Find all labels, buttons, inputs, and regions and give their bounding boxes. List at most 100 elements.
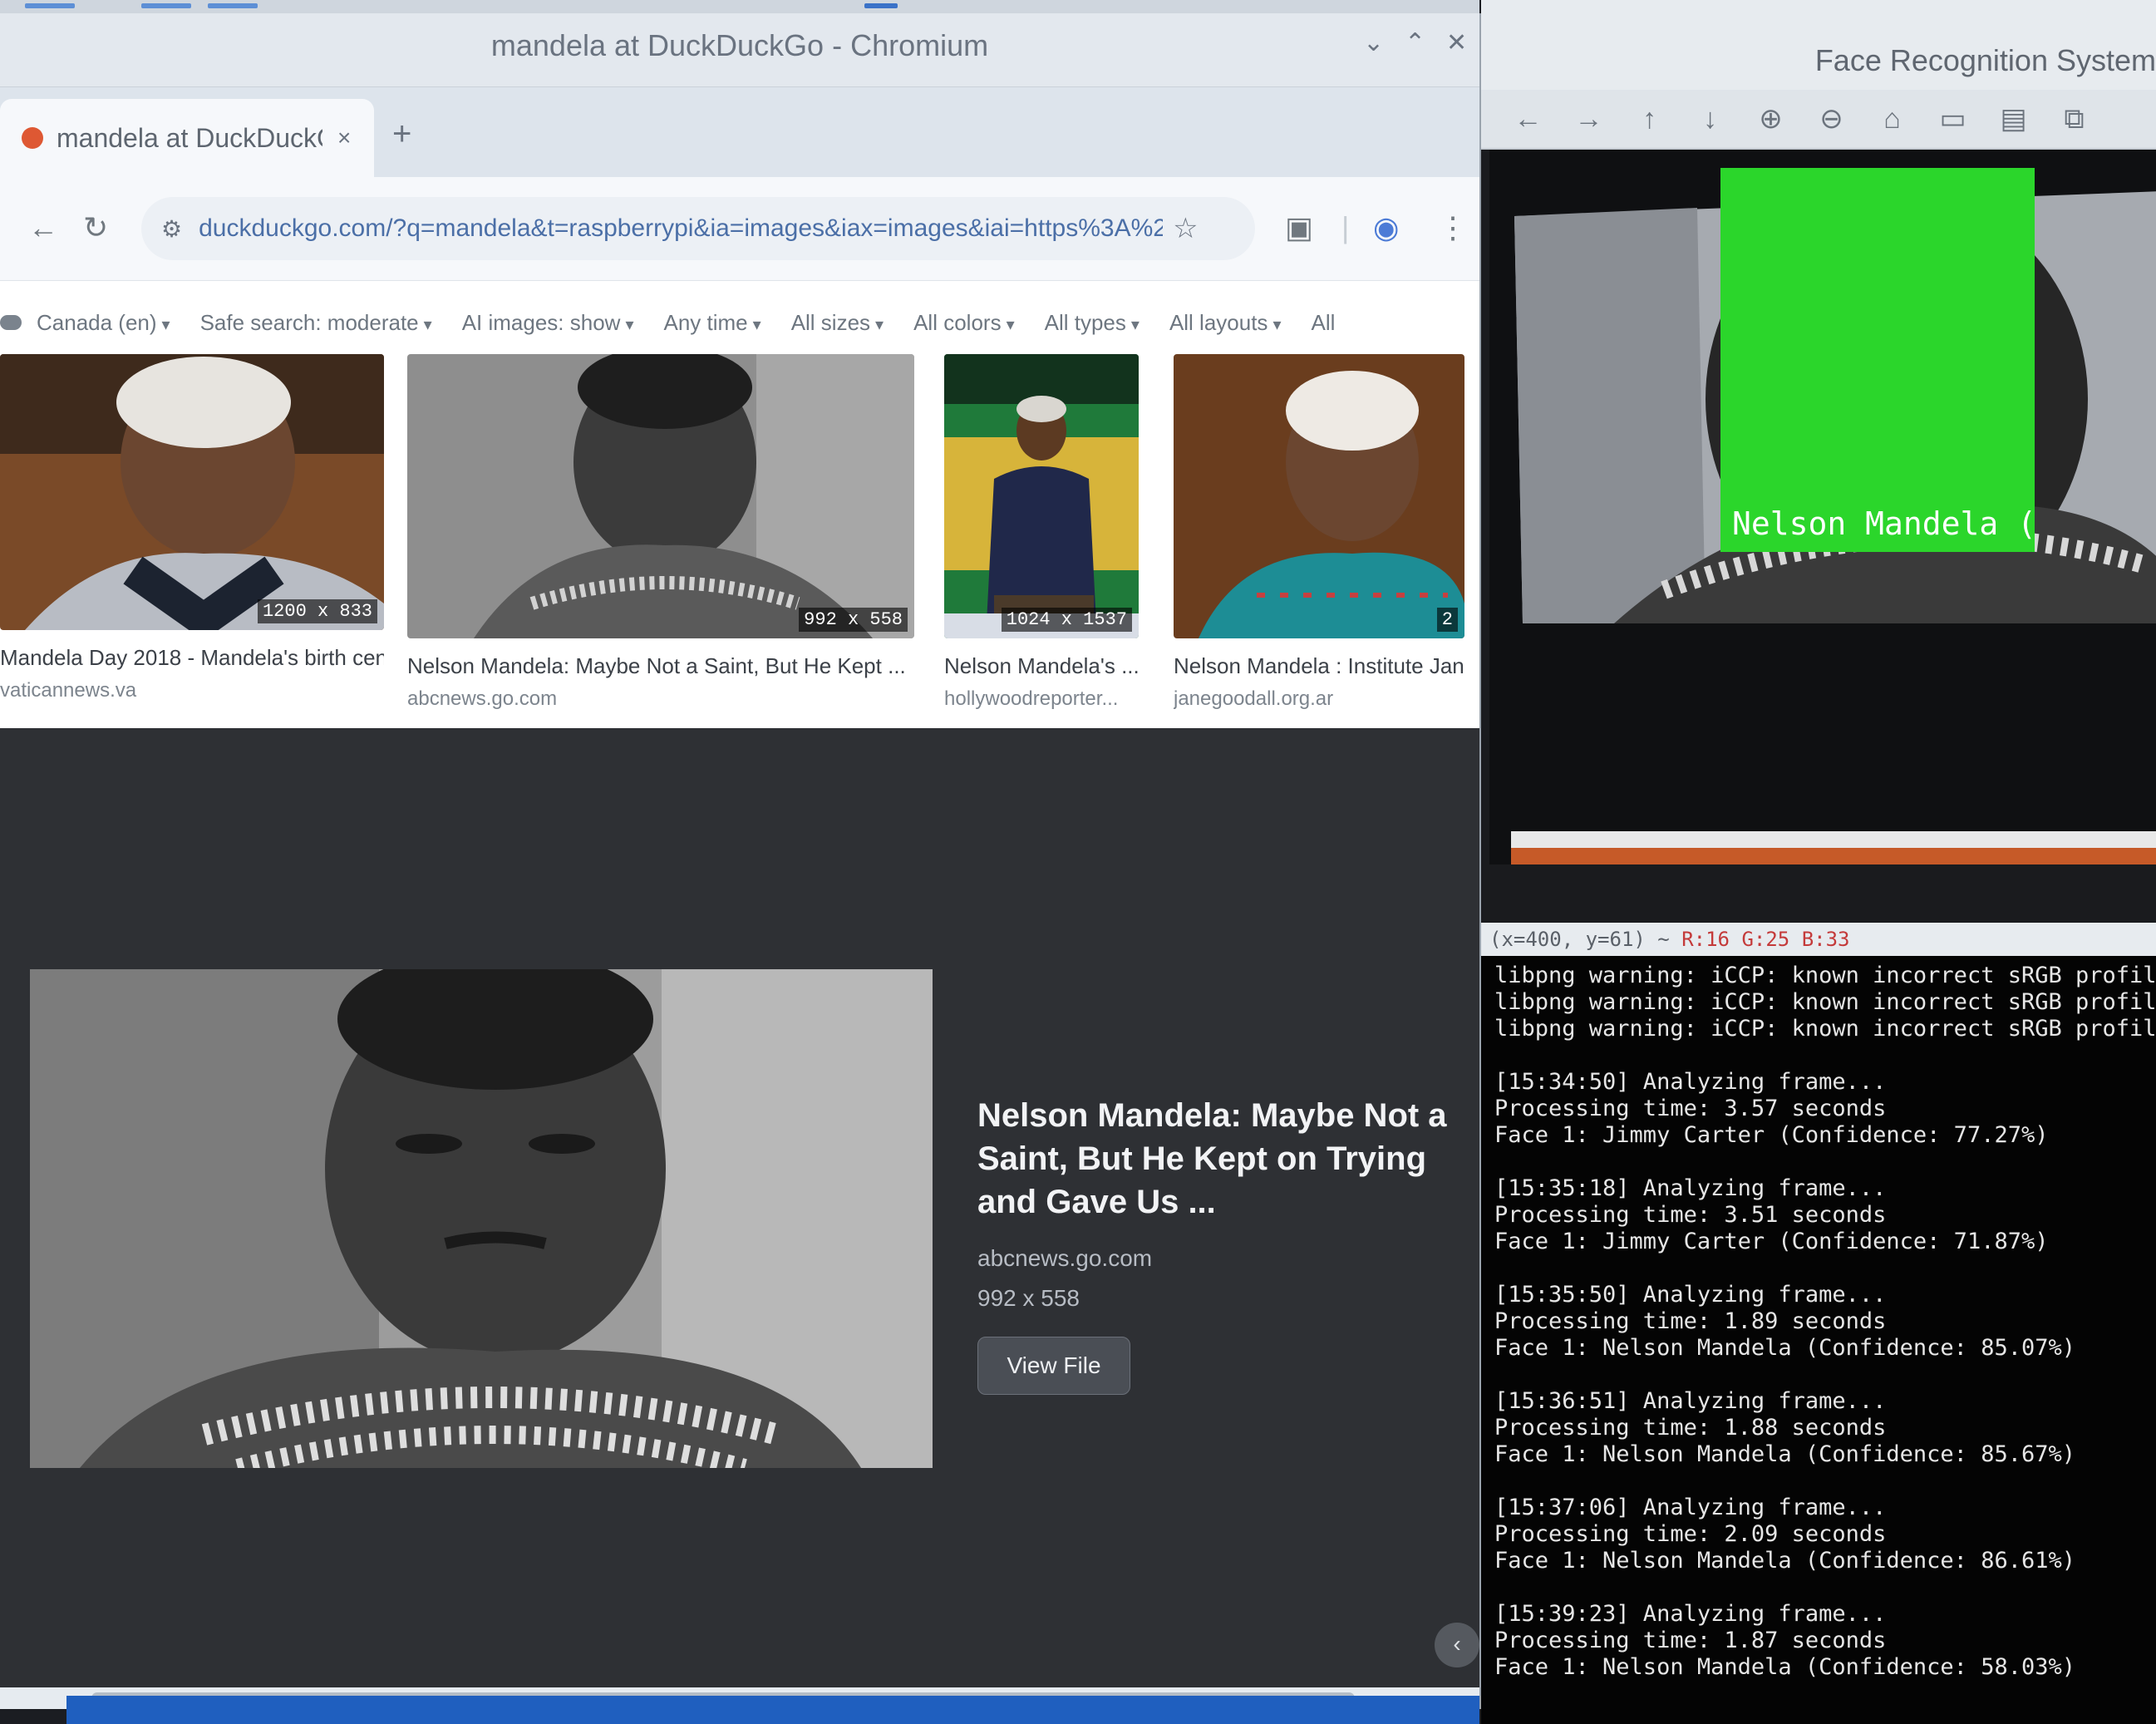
filter-type[interactable]: All types ▾ [1045, 310, 1140, 336]
new-tab-button[interactable]: + [392, 116, 411, 153]
copy-icon[interactable]: ⧉ [2044, 103, 2104, 135]
filter-size[interactable]: All sizes ▾ [791, 310, 884, 336]
tab-duckduckgo[interactable]: mandela at DuckDuckGo × [0, 99, 374, 177]
result-source: abcnews.go.com [407, 687, 558, 710]
result-title[interactable]: Nelson Mandela : Institute Jan [1174, 653, 1464, 679]
result-source: hollywoodreporter... [944, 687, 1119, 710]
terminal-line: libpng warning: iCCP: known incorrect sR… [1494, 1016, 2156, 1042]
panel-app-icon[interactable] [864, 3, 898, 8]
terminal-window[interactable]: libpng warning: iCCP: known incorrect sR… [1481, 956, 2156, 1724]
terminal-line: [15:39:23] Analyzing frame... [1494, 1601, 1887, 1627]
search-filters-bar: Canada (en) ▾ Safe search: moderate ▾ AI i… [0, 281, 1479, 364]
filter-color[interactable]: All colors ▾ [913, 310, 1015, 336]
thumbnail-dimensions: 2 [1436, 608, 1458, 632]
address-bar[interactable]: ⚙ ☆ [141, 197, 1255, 260]
result-thumbnail[interactable]: 1024 x 1537 [944, 354, 1139, 638]
menu-kebab-icon[interactable]: ⋮ [1438, 210, 1468, 245]
detail-image[interactable] [30, 969, 933, 1468]
image-result[interactable]: 1200 x 833 Mandela Day 2018 - Mandela's … [0, 354, 384, 702]
terminal-line: Processing time: 3.51 seconds [1494, 1202, 1887, 1228]
browser-window: mandela at DuckDuckGo - Chromium ⌄ ⌃ ✕ m… [0, 13, 1481, 1709]
filter-region[interactable]: Canada (en) ▾ [37, 310, 170, 336]
terminal-line: Face 1: Jimmy Carter (Confidence: 77.27%… [1494, 1122, 2049, 1148]
close-window-icon[interactable]: ✕ [1446, 28, 1467, 57]
cursor-coordinates: (x=400, y=61) ~ [1489, 928, 1670, 951]
image-result[interactable]: 2 Nelson Mandela : Institute Jan janegoo… [1174, 354, 1464, 711]
terminal-line: [15:37:06] Analyzing frame... [1494, 1495, 1887, 1520]
filter-safe-search[interactable]: Safe search: moderate ▾ [200, 310, 432, 336]
image-detail-panel: Nelson Mandela: Maybe Not a Saint, But H… [0, 728, 1479, 1709]
detail-source[interactable]: abcnews.go.com [977, 1245, 1476, 1272]
panel-app-icon[interactable] [141, 3, 191, 8]
terminal-line: [15:35:18] Analyzing frame... [1494, 1175, 1887, 1201]
duckduckgo-favicon-icon [22, 127, 43, 149]
fit-icon[interactable]: ▭ [1922, 102, 1983, 135]
terminal-line: Processing time: 1.89 seconds [1494, 1308, 1887, 1334]
zoom-out-icon[interactable]: ⊖ [1801, 102, 1862, 135]
result-source: vaticannews.va [0, 679, 137, 702]
detail-info: Nelson Mandela: Maybe Not a Saint, But H… [977, 1094, 1476, 1395]
cursor-status-bar: (x=400, y=61) ~ R:16 G:25 B:33 [1481, 923, 2156, 956]
terminal-line: libpng warning: iCCP: known incorrect sR… [1494, 989, 2156, 1015]
terminal-line: Face 1: Nelson Mandela (Confidence: 86.6… [1494, 1548, 2075, 1574]
tab-label: mandela at DuckDuckGo [57, 122, 322, 153]
detail-title[interactable]: Nelson Mandela: Maybe Not a Saint, But H… [977, 1094, 1476, 1224]
pixel-rgb-readout: R:16 G:25 B:33 [1681, 928, 1850, 951]
result-title[interactable]: Nelson Mandela's ... [944, 653, 1139, 679]
down-arrow-icon[interactable]: ↓ [1680, 103, 1740, 135]
taskbar [66, 1696, 1479, 1724]
save-icon[interactable]: ▤ [1983, 102, 2044, 135]
browser-toolbar: ← ↻ ⚙ ☆ ▣ | ◉ ⋮ [0, 177, 1479, 281]
image-result[interactable]: 1024 x 1537 Nelson Mandela's ... hollywo… [944, 354, 1139, 711]
camera-frame-view: Nelson Mandela ( [1489, 150, 2156, 864]
view-file-button[interactable]: View File [977, 1337, 1130, 1395]
result-title[interactable]: Mandela Day 2018 - Mandela's birth cen..… [0, 645, 384, 671]
filter-license[interactable]: All [1311, 310, 1335, 336]
maximize-icon[interactable]: ⌃ [1405, 28, 1425, 57]
filter-time[interactable]: Any time ▾ [663, 310, 761, 336]
back-arrow-icon[interactable]: ← [1498, 103, 1558, 135]
reload-icon[interactable]: ↻ [83, 210, 108, 245]
terminal-line: [15:34:50] Analyzing frame... [1494, 1069, 1887, 1095]
thumbnail-dimensions: 1200 x 833 [257, 599, 377, 623]
face-detection-box [1720, 168, 2035, 552]
filter-layout[interactable]: All layouts ▾ [1169, 310, 1282, 336]
tab-close-icon[interactable]: × [337, 125, 351, 151]
thumbnail-dimensions: 992 x 558 [799, 608, 908, 632]
region-toggle[interactable] [0, 315, 22, 330]
image-results-grid: 1200 x 833 Mandela Day 2018 - Mandela's … [0, 354, 1479, 720]
minimize-icon[interactable]: ⌄ [1363, 28, 1384, 57]
up-arrow-icon[interactable]: ↑ [1619, 103, 1680, 135]
extensions-icon[interactable]: ▣ [1285, 210, 1313, 245]
bookmark-star-icon[interactable]: ☆ [1173, 212, 1198, 245]
terminal-line: Processing time: 2.09 seconds [1494, 1521, 1887, 1547]
browser-titlebar: mandela at DuckDuckGo - Chromium ⌄ ⌃ ✕ [0, 13, 1479, 87]
url-input[interactable] [197, 214, 1165, 244]
profile-avatar-icon[interactable]: ◉ [1373, 210, 1399, 245]
next-image-button[interactable]: ‹ [1435, 1623, 1479, 1667]
face-app-titlebar: Face Recognition System [1481, 0, 2156, 90]
result-thumbnail[interactable]: 2 [1174, 354, 1464, 638]
home-icon[interactable]: ⌂ [1862, 103, 1922, 135]
forward-arrow-icon[interactable]: → [1558, 103, 1619, 135]
back-icon[interactable]: ← [28, 210, 58, 245]
terminal-line: Processing time: 1.88 seconds [1494, 1415, 1887, 1441]
result-thumbnail[interactable]: 992 x 558 [407, 354, 914, 638]
result-thumbnail[interactable]: 1200 x 833 [0, 354, 384, 630]
site-info-icon[interactable]: ⚙ [161, 215, 182, 243]
window-title: mandela at DuckDuckGo - Chromium [490, 28, 989, 62]
filter-ai-images[interactable]: AI images: show ▾ [462, 310, 634, 336]
terminal-line: libpng warning: iCCP: known incorrect sR… [1494, 963, 2156, 988]
panel-app-icon[interactable] [25, 3, 75, 8]
face-detection-label: Nelson Mandela ( [1732, 505, 2037, 542]
result-title[interactable]: Nelson Mandela: Maybe Not a Saint, But H… [407, 653, 914, 679]
panel-app-icon[interactable] [208, 3, 258, 8]
image-result[interactable]: 992 x 558 Nelson Mandela: Maybe Not a Sa… [407, 354, 914, 711]
terminal-line: Face 1: Nelson Mandela (Confidence: 85.0… [1494, 1335, 2075, 1361]
zoom-in-icon[interactable]: ⊕ [1740, 102, 1801, 135]
terminal-line: Processing time: 1.87 seconds [1494, 1628, 1887, 1653]
